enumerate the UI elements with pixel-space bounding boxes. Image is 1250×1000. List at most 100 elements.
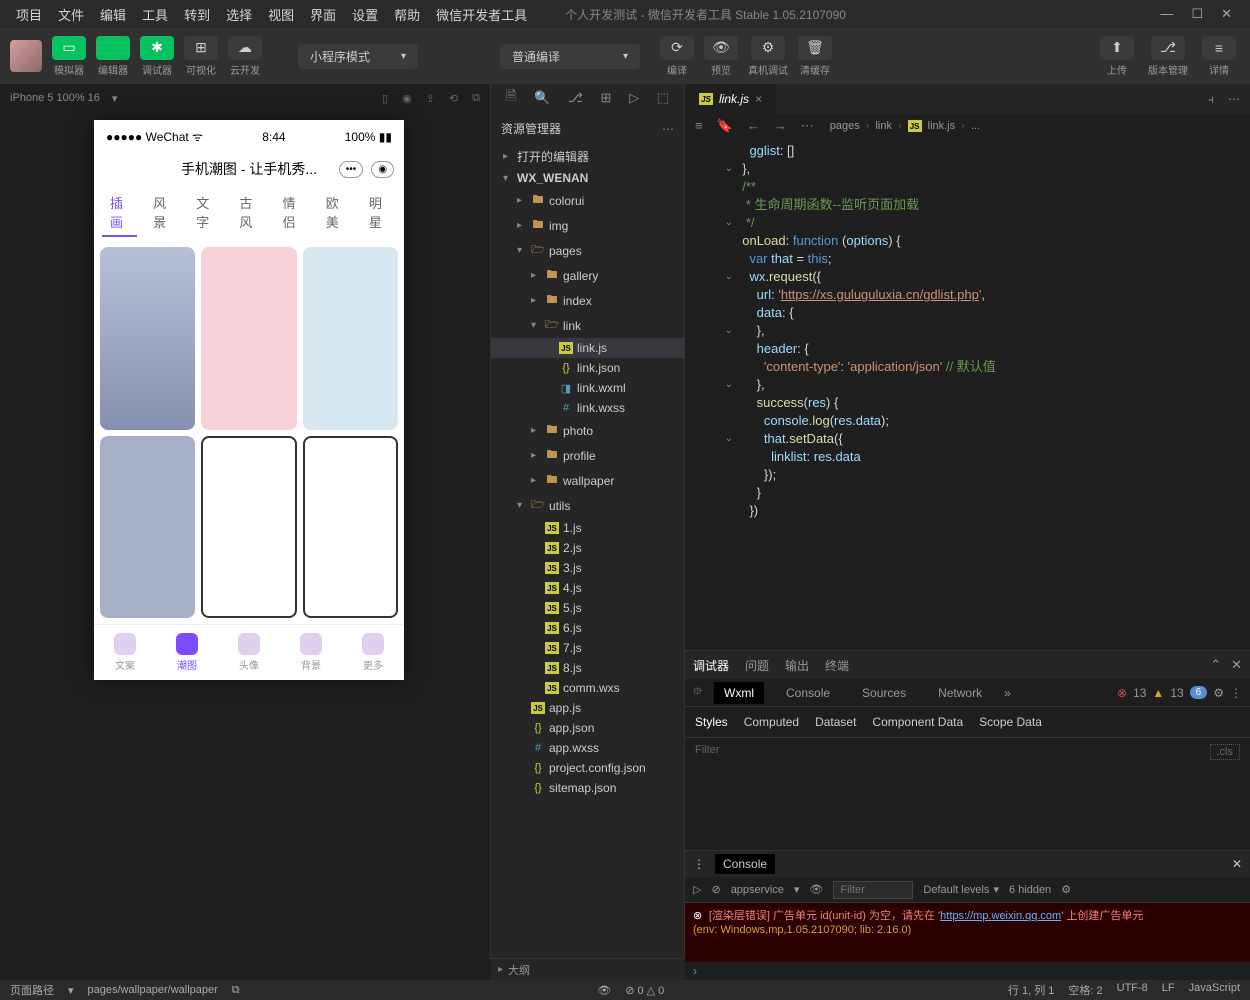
minimize-icon[interactable]: — [1160,6,1173,22]
close-icon[interactable]: ✕ [1231,657,1242,673]
context-dropdown[interactable]: appservice [731,884,784,896]
category-tab[interactable]: 文字 [188,189,223,237]
tree-row[interactable]: JScomm.wxs [491,678,684,698]
tool-button[interactable]: ⎇ [1151,36,1185,60]
inspect-icon[interactable]: ⯐ [693,682,702,703]
chevron-icon[interactable]: » [1004,686,1011,700]
inspect-tab[interactable]: Wxml [714,682,764,704]
tree-row[interactable]: {}link.json [491,358,684,378]
tree-row[interactable]: JS1.js [491,518,684,538]
share-icon[interactable]: ⇪ [426,92,435,105]
tree-row[interactable]: ◨link.wxml [491,378,684,398]
editor-tab[interactable]: JSlink.js× [685,84,776,114]
chevron-up-icon[interactable]: ⌃ [1210,657,1221,673]
device-icon[interactable]: ▯ [382,92,388,105]
menu-item[interactable]: 界面 [302,8,344,23]
close-icon[interactable]: ✕ [1221,6,1232,22]
category-tab[interactable]: 明星 [361,189,396,237]
tool-button[interactable]: ≡ [1202,36,1236,60]
levels-dropdown[interactable]: Default levels ▾ [923,883,999,896]
menu-item[interactable]: 文件 [50,8,92,23]
tool-button[interactable] [96,36,130,60]
more-icon[interactable]: ⋯ [801,118,814,134]
code-editor[interactable]: gglist: []⌄ }, /** * 生命周期函数--监听页面加载⌄ */ … [685,138,1250,650]
close-tab-icon[interactable]: × [755,92,762,106]
branch-icon[interactable]: ⎇ [568,90,583,106]
nav-item[interactable]: 潮图 [176,633,198,672]
wallpaper-item[interactable] [201,436,296,619]
menu-item[interactable]: 工具 [134,8,176,23]
menu-item[interactable]: 选择 [218,8,260,23]
tree-row[interactable]: ▸🖿img [491,213,684,238]
styles-tab[interactable]: Styles [695,715,728,729]
tree-section[interactable]: ▸打开的编辑器 [491,145,684,168]
nav-item[interactable]: 头像 [238,633,260,672]
filter-input[interactable]: Filter [695,744,719,760]
category-tab[interactable]: 风景 [145,189,180,237]
tool-button[interactable]: ✱ [140,36,174,60]
styles-tab[interactable]: Computed [744,715,799,729]
menu-item[interactable]: 转到 [176,8,218,23]
search-icon[interactable]: 🔍 [534,90,550,106]
more-icon[interactable]: ⋯ [1228,92,1240,106]
ext-icon[interactable]: ⬚ [657,90,669,106]
device-label[interactable]: iPhone 5 100% 16 [10,92,100,104]
wallpaper-item[interactable] [303,247,398,430]
debug-icon[interactable]: ▷ [629,90,639,106]
tree-section[interactable]: ▾WX_WENAN [491,168,684,188]
tool-button[interactable]: 🗑 [798,36,832,60]
tool-button[interactable]: ⬆ [1100,36,1134,60]
dbg-tab[interactable]: 输出 [785,657,809,674]
tool-button[interactable]: ⟳ [660,36,694,60]
tree-row[interactable]: ▾🗁link [491,313,684,338]
wallpaper-item[interactable] [303,436,398,619]
tree-row[interactable]: JS8.js [491,658,684,678]
split-icon[interactable]: ⫞ [1208,92,1214,107]
eye-icon[interactable]: 👁 [809,883,823,896]
styles-tab[interactable]: Component Data [872,715,963,729]
inspect-tab[interactable]: Network [928,682,992,704]
tree-row[interactable]: JS6.js [491,618,684,638]
copy-icon[interactable]: ⧉ [232,984,240,997]
files-icon[interactable]: 🗎 [506,87,516,109]
tool-button[interactable]: ⚙ [751,36,785,60]
console-tab[interactable]: Console [715,854,775,874]
tool-button[interactable]: ⊞ [184,36,218,60]
tool-button[interactable]: 👁 [704,36,738,60]
tree-row[interactable]: JS4.js [491,578,684,598]
tree-row[interactable]: JS5.js [491,598,684,618]
tree-row[interactable]: {}project.config.json [491,758,684,778]
mode-dropdown[interactable]: 小程序模式▾ [298,44,418,69]
avatar[interactable] [10,40,42,72]
target-icon[interactable]: ◉ [371,161,394,178]
category-tab[interactable]: 情侣 [275,189,310,237]
cls-toggle[interactable]: .cls [1210,744,1241,760]
tree-row[interactable]: {}app.json [491,718,684,738]
gear-icon[interactable]: ⚙ [1061,883,1071,896]
menu-item[interactable]: 编辑 [92,8,134,23]
gear-icon[interactable]: ⚙ [1213,686,1224,700]
wallpaper-item[interactable] [100,247,195,430]
more-icon[interactable]: ⋮ [1230,686,1242,700]
tool-button[interactable]: ☁ [228,36,262,60]
console-prompt[interactable]: › [685,962,1250,980]
tree-row[interactable]: ▸🖿photo [491,418,684,443]
menu-item[interactable]: 帮助 [386,8,428,23]
boxes-icon[interactable]: ⊞ [601,90,612,106]
menu-item[interactable]: 视图 [260,8,302,23]
menu-item[interactable]: 微信开发者工具 [428,8,535,23]
rotate-icon[interactable]: ⟲ [449,92,458,105]
tree-row[interactable]: ▸🖿index [491,288,684,313]
clear-icon[interactable]: ⊘ [711,883,720,896]
menu-item[interactable]: 设置 [344,8,386,23]
tree-row[interactable]: #app.wxss [491,738,684,758]
tree-row[interactable]: JS3.js [491,558,684,578]
styles-tab[interactable]: Dataset [815,715,856,729]
dbg-tab[interactable]: 问题 [745,657,769,674]
tree-row[interactable]: {}sitemap.json [491,778,684,798]
eye-icon[interactable]: 👁 [597,984,611,997]
nav-item[interactable]: 文案 [114,633,136,672]
category-tab[interactable]: 插画 [102,189,137,237]
menu-item[interactable]: 项目 [8,8,50,23]
tree-row[interactable]: ▾🗁utils [491,493,684,518]
